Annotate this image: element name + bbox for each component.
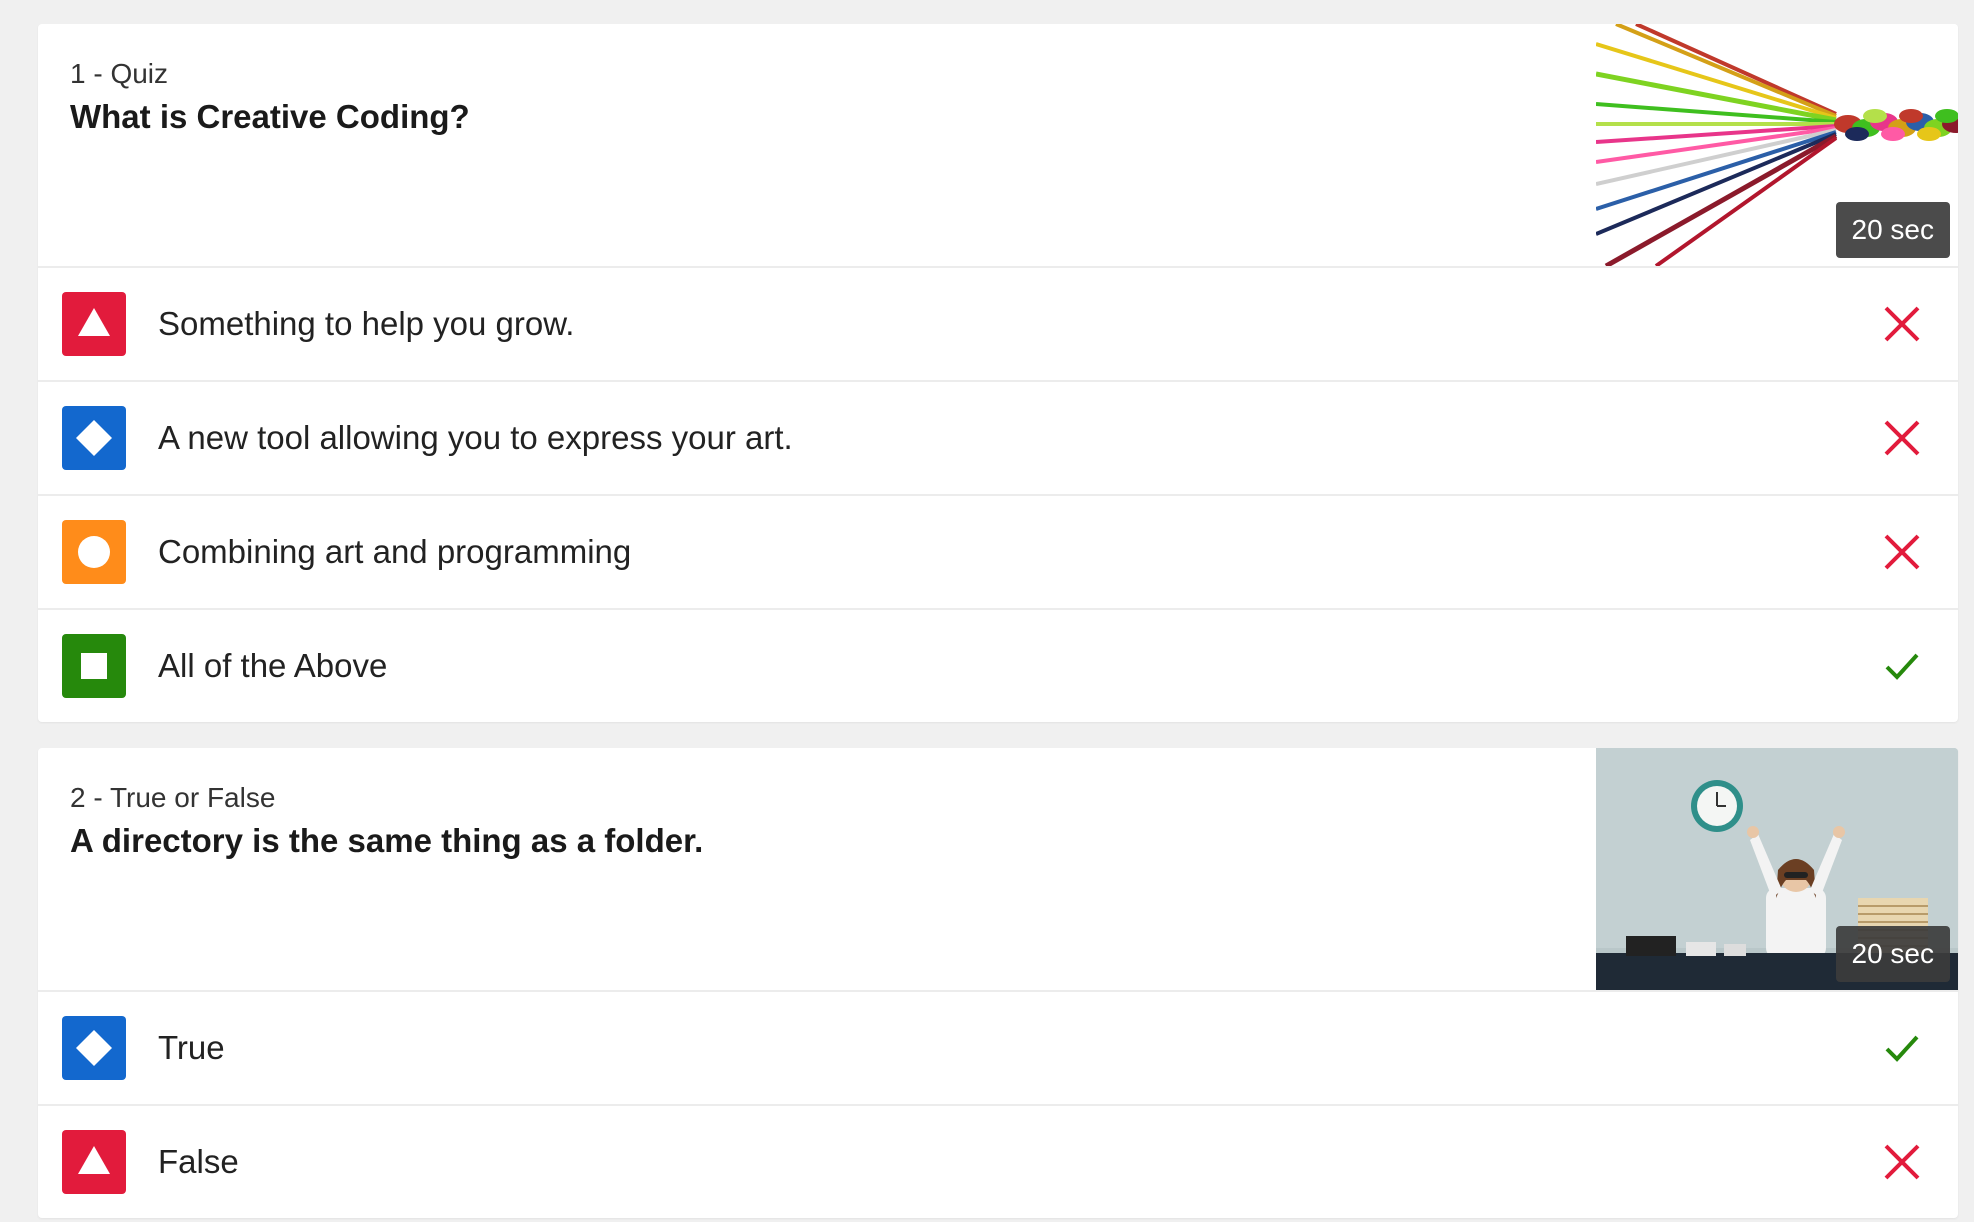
- question-title: A directory is the same thing as a folde…: [70, 822, 704, 859]
- answer-text: True: [158, 1029, 225, 1066]
- answer-text: A new tool allowing you to express your …: [158, 419, 793, 456]
- incorrect-x-icon: [1882, 418, 1922, 458]
- question-image: 20 sec: [1596, 748, 1958, 990]
- question-image: 20 sec: [1596, 24, 1958, 266]
- answer-text: False: [158, 1143, 239, 1180]
- question-title: What is Creative Coding?: [70, 98, 470, 135]
- answer-option[interactable]: Something to help you grow.: [38, 268, 1958, 382]
- answer-text: Combining art and programming: [158, 533, 632, 570]
- correct-check-icon: [1882, 646, 1922, 686]
- incorrect-x-icon: [1882, 304, 1922, 344]
- question-header: 2 - True or False A directory is the sam…: [38, 748, 1958, 992]
- correct-check-icon: [1882, 1028, 1922, 1068]
- question-type-label: 1 - Quiz: [70, 58, 169, 89]
- triangle-icon: [62, 292, 126, 356]
- answer-text: Something to help you grow.: [158, 305, 575, 342]
- diamond-icon: [62, 406, 126, 470]
- time-limit-badge: 20 sec: [1835, 926, 1950, 982]
- triangle-icon: [62, 1130, 126, 1194]
- incorrect-x-icon: [1882, 532, 1922, 572]
- incorrect-x-icon: [1882, 1142, 1922, 1182]
- circle-icon: [62, 520, 126, 584]
- answer-option[interactable]: Combining art and programming: [38, 496, 1958, 610]
- answer-text: All of the Above: [158, 647, 388, 684]
- question-header: 1 - Quiz What is Creative Coding? 20 sec: [38, 24, 1958, 268]
- answer-option[interactable]: A new tool allowing you to express your …: [38, 382, 1958, 496]
- diamond-icon: [62, 1016, 126, 1080]
- answer-option[interactable]: All of the Above: [38, 610, 1958, 722]
- question-card-2[interactable]: 2 - True or False A directory is the sam…: [38, 748, 1958, 1218]
- answer-option[interactable]: False: [38, 1106, 1958, 1218]
- time-limit-badge: 20 sec: [1835, 202, 1950, 258]
- answer-option[interactable]: True: [38, 992, 1958, 1106]
- question-card-1[interactable]: 1 - Quiz What is Creative Coding? 20 sec…: [38, 24, 1958, 722]
- question-type-label: 2 - True or False: [70, 782, 276, 813]
- square-icon: [62, 634, 126, 698]
